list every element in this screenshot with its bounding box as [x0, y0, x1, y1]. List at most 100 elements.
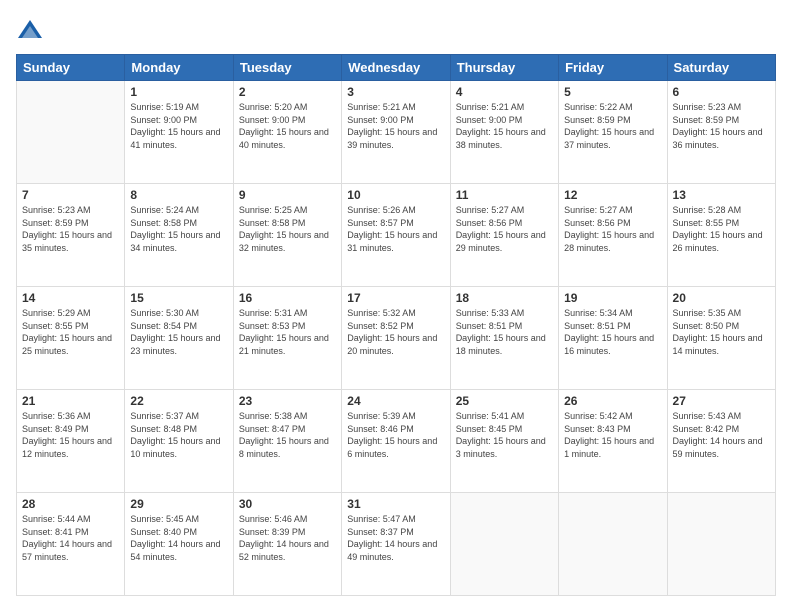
cell-info: Sunrise: 5:21 AM Sunset: 9:00 PM Dayligh… [456, 101, 553, 151]
calendar-day-header: Sunday [17, 55, 125, 81]
day-number: 24 [347, 394, 444, 408]
calendar-day-header: Tuesday [233, 55, 341, 81]
calendar-cell [450, 493, 558, 596]
calendar-cell: 25 Sunrise: 5:41 AM Sunset: 8:45 PM Dayl… [450, 390, 558, 493]
cell-info: Sunrise: 5:30 AM Sunset: 8:54 PM Dayligh… [130, 307, 227, 357]
calendar-cell: 31 Sunrise: 5:47 AM Sunset: 8:37 PM Dayl… [342, 493, 450, 596]
calendar-cell: 8 Sunrise: 5:24 AM Sunset: 8:58 PM Dayli… [125, 184, 233, 287]
calendar-cell: 18 Sunrise: 5:33 AM Sunset: 8:51 PM Dayl… [450, 287, 558, 390]
calendar-cell [559, 493, 667, 596]
calendar-cell: 28 Sunrise: 5:44 AM Sunset: 8:41 PM Dayl… [17, 493, 125, 596]
calendar-week-row: 1 Sunrise: 5:19 AM Sunset: 9:00 PM Dayli… [17, 81, 776, 184]
calendar-cell: 5 Sunrise: 5:22 AM Sunset: 8:59 PM Dayli… [559, 81, 667, 184]
logo-icon [16, 16, 44, 44]
calendar-cell: 29 Sunrise: 5:45 AM Sunset: 8:40 PM Dayl… [125, 493, 233, 596]
cell-info: Sunrise: 5:37 AM Sunset: 8:48 PM Dayligh… [130, 410, 227, 460]
calendar-cell: 22 Sunrise: 5:37 AM Sunset: 8:48 PM Dayl… [125, 390, 233, 493]
day-number: 20 [673, 291, 770, 305]
day-number: 8 [130, 188, 227, 202]
calendar-table: SundayMondayTuesdayWednesdayThursdayFrid… [16, 54, 776, 596]
cell-info: Sunrise: 5:34 AM Sunset: 8:51 PM Dayligh… [564, 307, 661, 357]
calendar-week-row: 21 Sunrise: 5:36 AM Sunset: 8:49 PM Dayl… [17, 390, 776, 493]
calendar-cell: 16 Sunrise: 5:31 AM Sunset: 8:53 PM Dayl… [233, 287, 341, 390]
calendar-cell: 2 Sunrise: 5:20 AM Sunset: 9:00 PM Dayli… [233, 81, 341, 184]
day-number: 21 [22, 394, 119, 408]
calendar-day-header: Monday [125, 55, 233, 81]
cell-info: Sunrise: 5:23 AM Sunset: 8:59 PM Dayligh… [673, 101, 770, 151]
day-number: 7 [22, 188, 119, 202]
cell-info: Sunrise: 5:35 AM Sunset: 8:50 PM Dayligh… [673, 307, 770, 357]
page: SundayMondayTuesdayWednesdayThursdayFrid… [0, 0, 792, 612]
day-number: 12 [564, 188, 661, 202]
cell-info: Sunrise: 5:32 AM Sunset: 8:52 PM Dayligh… [347, 307, 444, 357]
calendar-cell: 3 Sunrise: 5:21 AM Sunset: 9:00 PM Dayli… [342, 81, 450, 184]
cell-info: Sunrise: 5:27 AM Sunset: 8:56 PM Dayligh… [564, 204, 661, 254]
calendar-day-header: Saturday [667, 55, 775, 81]
calendar-cell: 23 Sunrise: 5:38 AM Sunset: 8:47 PM Dayl… [233, 390, 341, 493]
calendar-week-row: 14 Sunrise: 5:29 AM Sunset: 8:55 PM Dayl… [17, 287, 776, 390]
calendar-cell: 4 Sunrise: 5:21 AM Sunset: 9:00 PM Dayli… [450, 81, 558, 184]
day-number: 14 [22, 291, 119, 305]
cell-info: Sunrise: 5:39 AM Sunset: 8:46 PM Dayligh… [347, 410, 444, 460]
day-number: 28 [22, 497, 119, 511]
cell-info: Sunrise: 5:31 AM Sunset: 8:53 PM Dayligh… [239, 307, 336, 357]
calendar-cell: 15 Sunrise: 5:30 AM Sunset: 8:54 PM Dayl… [125, 287, 233, 390]
day-number: 26 [564, 394, 661, 408]
cell-info: Sunrise: 5:19 AM Sunset: 9:00 PM Dayligh… [130, 101, 227, 151]
day-number: 27 [673, 394, 770, 408]
cell-info: Sunrise: 5:38 AM Sunset: 8:47 PM Dayligh… [239, 410, 336, 460]
calendar-cell: 9 Sunrise: 5:25 AM Sunset: 8:58 PM Dayli… [233, 184, 341, 287]
day-number: 22 [130, 394, 227, 408]
day-number: 30 [239, 497, 336, 511]
logo [16, 16, 48, 44]
day-number: 25 [456, 394, 553, 408]
calendar-cell: 27 Sunrise: 5:43 AM Sunset: 8:42 PM Dayl… [667, 390, 775, 493]
cell-info: Sunrise: 5:21 AM Sunset: 9:00 PM Dayligh… [347, 101, 444, 151]
cell-info: Sunrise: 5:45 AM Sunset: 8:40 PM Dayligh… [130, 513, 227, 563]
calendar-cell: 6 Sunrise: 5:23 AM Sunset: 8:59 PM Dayli… [667, 81, 775, 184]
calendar-cell [17, 81, 125, 184]
day-number: 23 [239, 394, 336, 408]
day-number: 10 [347, 188, 444, 202]
cell-info: Sunrise: 5:33 AM Sunset: 8:51 PM Dayligh… [456, 307, 553, 357]
header [16, 16, 776, 44]
calendar-cell: 12 Sunrise: 5:27 AM Sunset: 8:56 PM Dayl… [559, 184, 667, 287]
cell-info: Sunrise: 5:27 AM Sunset: 8:56 PM Dayligh… [456, 204, 553, 254]
cell-info: Sunrise: 5:25 AM Sunset: 8:58 PM Dayligh… [239, 204, 336, 254]
day-number: 31 [347, 497, 444, 511]
calendar-cell: 1 Sunrise: 5:19 AM Sunset: 9:00 PM Dayli… [125, 81, 233, 184]
calendar-cell: 7 Sunrise: 5:23 AM Sunset: 8:59 PM Dayli… [17, 184, 125, 287]
day-number: 2 [239, 85, 336, 99]
calendar-cell: 10 Sunrise: 5:26 AM Sunset: 8:57 PM Dayl… [342, 184, 450, 287]
cell-info: Sunrise: 5:44 AM Sunset: 8:41 PM Dayligh… [22, 513, 119, 563]
cell-info: Sunrise: 5:46 AM Sunset: 8:39 PM Dayligh… [239, 513, 336, 563]
cell-info: Sunrise: 5:29 AM Sunset: 8:55 PM Dayligh… [22, 307, 119, 357]
cell-info: Sunrise: 5:47 AM Sunset: 8:37 PM Dayligh… [347, 513, 444, 563]
day-number: 16 [239, 291, 336, 305]
calendar-cell: 19 Sunrise: 5:34 AM Sunset: 8:51 PM Dayl… [559, 287, 667, 390]
day-number: 13 [673, 188, 770, 202]
calendar-cell: 21 Sunrise: 5:36 AM Sunset: 8:49 PM Dayl… [17, 390, 125, 493]
calendar-cell: 17 Sunrise: 5:32 AM Sunset: 8:52 PM Dayl… [342, 287, 450, 390]
day-number: 15 [130, 291, 227, 305]
day-number: 4 [456, 85, 553, 99]
day-number: 29 [130, 497, 227, 511]
cell-info: Sunrise: 5:36 AM Sunset: 8:49 PM Dayligh… [22, 410, 119, 460]
cell-info: Sunrise: 5:23 AM Sunset: 8:59 PM Dayligh… [22, 204, 119, 254]
calendar-cell [667, 493, 775, 596]
calendar-week-row: 28 Sunrise: 5:44 AM Sunset: 8:41 PM Dayl… [17, 493, 776, 596]
calendar-cell: 24 Sunrise: 5:39 AM Sunset: 8:46 PM Dayl… [342, 390, 450, 493]
calendar-header-row: SundayMondayTuesdayWednesdayThursdayFrid… [17, 55, 776, 81]
calendar-day-header: Wednesday [342, 55, 450, 81]
calendar-cell: 30 Sunrise: 5:46 AM Sunset: 8:39 PM Dayl… [233, 493, 341, 596]
day-number: 19 [564, 291, 661, 305]
calendar-cell: 26 Sunrise: 5:42 AM Sunset: 8:43 PM Dayl… [559, 390, 667, 493]
cell-info: Sunrise: 5:43 AM Sunset: 8:42 PM Dayligh… [673, 410, 770, 460]
calendar-cell: 11 Sunrise: 5:27 AM Sunset: 8:56 PM Dayl… [450, 184, 558, 287]
cell-info: Sunrise: 5:20 AM Sunset: 9:00 PM Dayligh… [239, 101, 336, 151]
calendar-cell: 20 Sunrise: 5:35 AM Sunset: 8:50 PM Dayl… [667, 287, 775, 390]
day-number: 6 [673, 85, 770, 99]
calendar-week-row: 7 Sunrise: 5:23 AM Sunset: 8:59 PM Dayli… [17, 184, 776, 287]
cell-info: Sunrise: 5:22 AM Sunset: 8:59 PM Dayligh… [564, 101, 661, 151]
day-number: 5 [564, 85, 661, 99]
